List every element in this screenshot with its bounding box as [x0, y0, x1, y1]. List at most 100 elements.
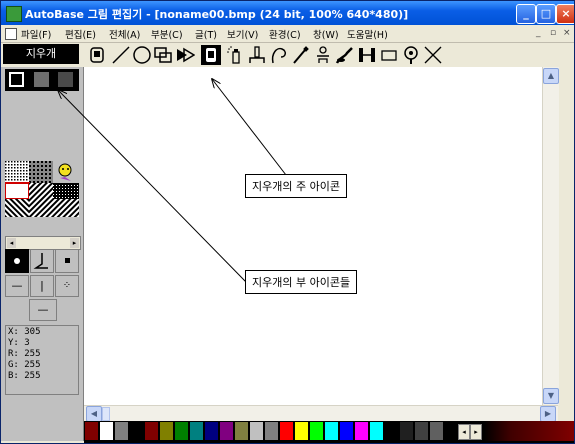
color-swatch[interactable]: [384, 421, 399, 441]
eraser-icon[interactable]: [201, 45, 221, 65]
sub-icons-callout: 지우개의 부 아이콘들: [245, 270, 358, 294]
vertical-scrollbar[interactable]: ▲ ▼: [542, 67, 559, 405]
current-tool-label: 지우개: [3, 44, 79, 64]
scroll-right-icon[interactable]: ▸: [70, 238, 79, 248]
eraser-sub-dark-icon[interactable]: [58, 72, 73, 87]
drawing-canvas[interactable]: [84, 67, 542, 405]
menu-bar: 파일(F) 편집(E) 전체(A) 부분(C) 글(T) 보기(V) 환경(C)…: [1, 25, 574, 43]
color-swatch[interactable]: [84, 421, 99, 441]
color-swatch[interactable]: [339, 421, 354, 441]
color-swatch[interactable]: [354, 421, 369, 441]
square-brush-icon[interactable]: [55, 249, 79, 273]
line-options: — | ⁘: [5, 275, 79, 297]
vertical-line-icon[interactable]: |: [30, 275, 54, 297]
color-swatch[interactable]: [324, 421, 339, 441]
color-swatch[interactable]: [144, 421, 159, 441]
main-icon-callout: 지우개의 주 아이콘: [245, 174, 347, 198]
fill-icon[interactable]: [175, 45, 196, 65]
color-swatch[interactable]: [309, 421, 324, 441]
eraser-sub-gray-icon[interactable]: [34, 72, 49, 87]
color-gradient-strip[interactable]: [484, 421, 574, 441]
color-swatch[interactable]: [219, 421, 234, 441]
color-swatch[interactable]: [129, 421, 144, 441]
line-icon[interactable]: [111, 45, 131, 65]
color-swatch[interactable]: [294, 421, 309, 441]
menu-environment[interactable]: 환경(C): [269, 27, 301, 41]
horizontal-scrollbar[interactable]: ◀ ▶: [84, 405, 558, 422]
menu-help[interactable]: 도움말(H): [347, 27, 388, 41]
eraser-sub-icons: [5, 69, 79, 91]
app-window: AutoBase 그림 편집기 - [noname00.bmp (24 bit,…: [0, 0, 575, 444]
menu-all[interactable]: 전체(A): [109, 27, 140, 41]
menu-file[interactable]: 파일(F): [21, 27, 51, 41]
pattern-scrollbar[interactable]: ◂ ▸: [5, 236, 81, 250]
app-icon: [6, 6, 22, 22]
text-icon[interactable]: [313, 45, 333, 65]
minimize-button[interactable]: _: [516, 4, 536, 24]
menu-window[interactable]: 창(W): [313, 27, 339, 41]
dot-brush-icon[interactable]: [5, 249, 29, 273]
mdi-restore-button[interactable]: ▫: [550, 28, 556, 38]
menu-view[interactable]: 보기(V): [227, 27, 258, 41]
brush-icon[interactable]: [335, 45, 355, 65]
ink-brush-icon[interactable]: [30, 249, 54, 273]
maximize-button[interactable]: □: [536, 4, 556, 24]
y-coordinate: Y: 3: [8, 338, 30, 348]
color-swatch[interactable]: [234, 421, 249, 441]
color-swatch[interactable]: [114, 421, 129, 441]
eraser-sub-white-icon[interactable]: [9, 72, 24, 87]
circle-icon[interactable]: [132, 45, 152, 65]
underline-icon[interactable]: —: [29, 299, 57, 321]
color-swatch[interactable]: [159, 421, 174, 441]
color-swatch[interactable]: [264, 421, 279, 441]
zoom-icon[interactable]: [401, 45, 421, 65]
brush-options: [5, 249, 79, 273]
dots-icon[interactable]: ⁘: [55, 275, 79, 297]
cross-icon[interactable]: [423, 45, 443, 65]
color-swatch[interactable]: [249, 421, 264, 441]
horizontal-line-icon[interactable]: —: [5, 275, 29, 297]
menu-text[interactable]: 글(T): [195, 27, 217, 41]
document-icon[interactable]: [5, 28, 17, 40]
color-swatch[interactable]: [189, 421, 204, 441]
green-value: G: 255: [8, 360, 41, 370]
color-swatch[interactable]: [429, 421, 444, 441]
menu-partial[interactable]: 부분(C): [151, 27, 183, 41]
scroll-left-icon[interactable]: ◂: [7, 238, 16, 248]
color-swatch[interactable]: [204, 421, 219, 441]
cursor-status: X: 305 Y: 3 R: 255 G: 255 B: 255: [5, 325, 79, 395]
color-swatch[interactable]: [99, 421, 114, 441]
curve-icon[interactable]: [269, 45, 289, 65]
measure-icon[interactable]: [357, 45, 377, 65]
window-title: AutoBase 그림 편집기 - [noname00.bmp (24 bit,…: [25, 8, 409, 21]
scroll-right-icon[interactable]: ▶: [540, 406, 556, 422]
blue-value: B: 255: [8, 371, 41, 381]
color-palette: ◂ ▸: [84, 421, 574, 443]
color-swatch[interactable]: [414, 421, 429, 441]
color-swatch[interactable]: [369, 421, 384, 441]
tool-options-panel: ◂ ▸ — | ⁘ — X: 305 Y: 3 R: 255 G: 255 B:: [1, 67, 84, 441]
toolbar: 지우개: [1, 43, 574, 67]
mdi-minimize-button[interactable]: _: [536, 28, 541, 38]
select-icon[interactable]: [379, 45, 399, 65]
scroll-left-icon[interactable]: ◀: [86, 406, 102, 422]
color-swatch[interactable]: [174, 421, 189, 441]
mdi-close-button[interactable]: ×: [563, 28, 571, 38]
title-bar[interactable]: AutoBase 그림 편집기 - [noname00.bmp (24 bit,…: [1, 1, 574, 25]
rectangle-icon[interactable]: [153, 45, 173, 65]
stamp-icon[interactable]: [247, 45, 267, 65]
color-swatch[interactable]: [399, 421, 414, 441]
scroll-up-icon[interactable]: ▲: [543, 68, 559, 84]
palette-prev-icon[interactable]: ◂: [458, 424, 470, 440]
palette-next-icon[interactable]: ▸: [470, 424, 482, 440]
pen-icon[interactable]: [291, 45, 311, 65]
menu-edit[interactable]: 편집(E): [65, 27, 96, 41]
x-coordinate: X: 305: [8, 327, 41, 337]
red-value: R: 255: [8, 349, 41, 359]
spray-icon[interactable]: [225, 45, 245, 65]
scroll-thumb[interactable]: [102, 407, 110, 421]
tool-icon[interactable]: [87, 45, 107, 65]
color-swatch[interactable]: [279, 421, 294, 441]
scroll-down-icon[interactable]: ▼: [543, 388, 559, 404]
close-button[interactable]: ×: [556, 4, 574, 24]
